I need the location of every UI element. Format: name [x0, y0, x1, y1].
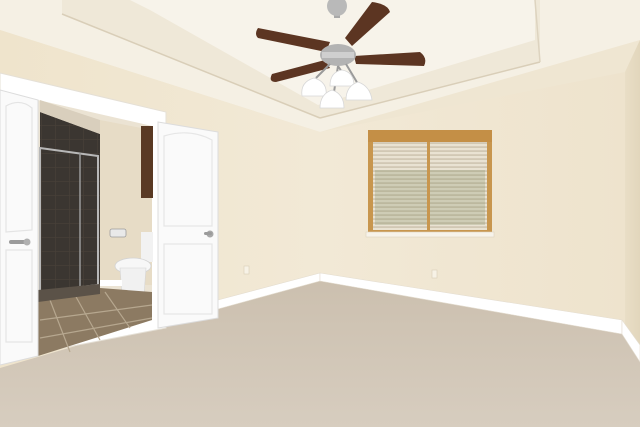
blinds-header: [368, 130, 492, 142]
left-door-handle-knob: [23, 238, 31, 246]
fan-motor-band: [322, 52, 354, 58]
toilet-paper-holder: [109, 228, 127, 238]
shower-tiles: [40, 112, 100, 292]
room-scene: [0, 0, 640, 427]
wall-right: [625, 40, 640, 360]
window-sill: [365, 231, 495, 238]
bath-cabinet: [141, 126, 153, 198]
wall-outlet: [243, 265, 250, 275]
left-door[interactable]: [0, 89, 39, 366]
bath-baseboard: [100, 280, 122, 286]
toilet-tank: [141, 232, 153, 262]
right-door-panel: [157, 121, 219, 329]
window: [365, 130, 495, 238]
right-door[interactable]: [157, 121, 219, 329]
window-divider: [427, 142, 430, 230]
wall-outlet: [431, 269, 438, 279]
right-door-handle-lever: [204, 232, 212, 235]
